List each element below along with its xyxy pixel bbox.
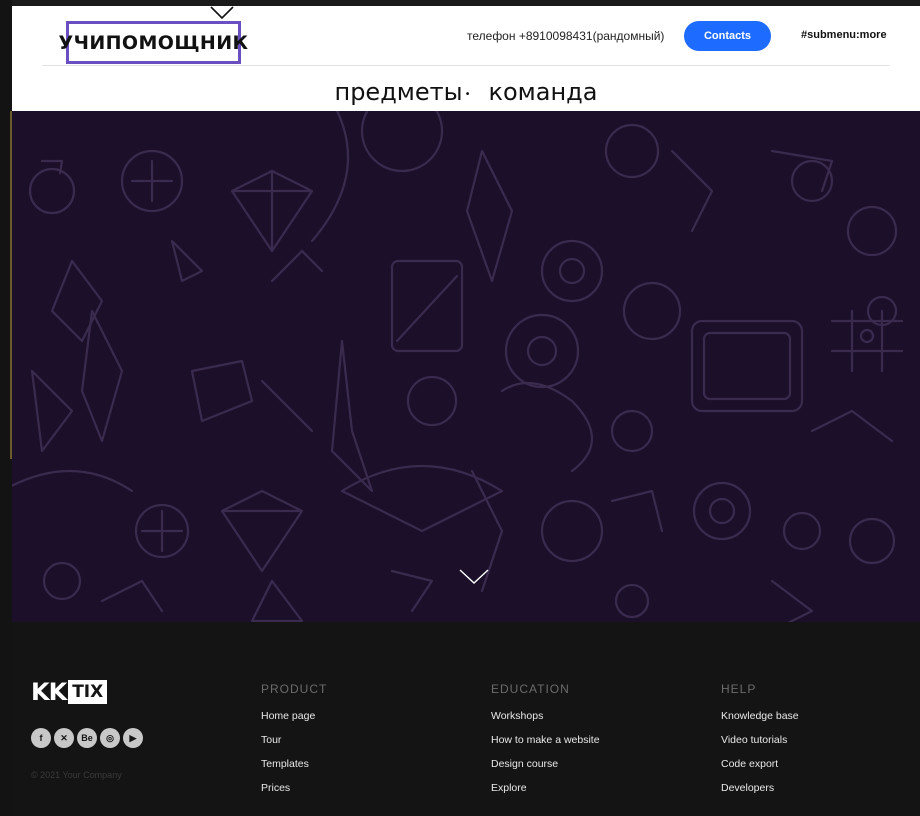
- header-divider: [42, 65, 890, 66]
- logo-dropdown-caret-icon[interactable]: [210, 6, 234, 20]
- behance-icon[interactable]: Be: [77, 728, 97, 748]
- footer-link-workshops[interactable]: Workshops: [491, 710, 600, 723]
- brand-logo-part: TIX: [68, 680, 108, 704]
- site-footer: KK TIX f ✕ Be ◎ ▶ © 2021 Your Company PR…: [12, 622, 920, 816]
- footer-link-design-course[interactable]: Design course: [491, 758, 600, 771]
- footer-link-explore[interactable]: Explore: [491, 782, 600, 795]
- hero-banner: [12, 111, 920, 622]
- site-logo[interactable]: УЧИПОМОЩНИК: [59, 21, 248, 64]
- brand-logo-part: KK: [31, 678, 67, 706]
- footer-link-code-export[interactable]: Code export: [721, 758, 799, 771]
- submenu-more-link[interactable]: #submenu:more: [801, 29, 887, 41]
- contacts-button[interactable]: Contacts: [684, 21, 771, 51]
- social-links: f ✕ Be ◎ ▶: [31, 728, 143, 748]
- copyright-text: © 2021 Your Company: [31, 770, 122, 780]
- nav-item-team[interactable]: команда: [489, 78, 598, 106]
- footer-link-tour[interactable]: Tour: [261, 734, 327, 747]
- footer-column-education: EDUCATION Workshops How to make a websit…: [491, 682, 600, 806]
- footer-brand-logo[interactable]: KK TIX: [31, 678, 108, 706]
- footer-link-home-page[interactable]: Home page: [261, 710, 327, 723]
- footer-link-knowledge-base[interactable]: Knowledge base: [721, 710, 799, 723]
- footer-link-prices[interactable]: Prices: [261, 782, 327, 795]
- footer-column-help: HELP Knowledge base Video tutorials Code…: [721, 682, 799, 806]
- facebook-icon[interactable]: f: [31, 728, 51, 748]
- nav-item-subjects[interactable]: предметы •: [335, 78, 471, 106]
- nav-item-label: предметы: [334, 78, 463, 106]
- phone-number: телефон +8910098431(рандомный): [467, 29, 665, 43]
- footer-link-video-tutorials[interactable]: Video tutorials: [721, 734, 799, 747]
- scroll-down-chevron-icon[interactable]: [458, 567, 490, 587]
- chevron-down-icon: •: [464, 88, 471, 100]
- instagram-icon[interactable]: ◎: [100, 728, 120, 748]
- column-title: PRODUCT: [261, 682, 328, 696]
- footer-link-templates[interactable]: Templates: [261, 758, 327, 771]
- footer-link-developers[interactable]: Developers: [721, 782, 799, 795]
- footer-link-how-to-make-website[interactable]: How to make a website: [491, 734, 600, 747]
- doodle-pattern-background: [12, 111, 904, 622]
- footer-column-product: PRODUCT Home page Tour Templates Prices: [261, 682, 327, 806]
- nav-item-label: команда: [488, 78, 598, 106]
- site-header: УЧИПОМОЩНИК телефон +8910098431(рандомны…: [12, 6, 920, 111]
- main-nav: предметы • команда: [12, 76, 920, 108]
- x-icon[interactable]: ✕: [54, 728, 74, 748]
- hero-left-edge: [10, 111, 12, 459]
- column-title: HELP: [721, 682, 757, 696]
- logo-text: УЧИПОМОЩНИК: [58, 31, 249, 54]
- column-title: EDUCATION: [491, 682, 570, 696]
- youtube-icon[interactable]: ▶: [123, 728, 143, 748]
